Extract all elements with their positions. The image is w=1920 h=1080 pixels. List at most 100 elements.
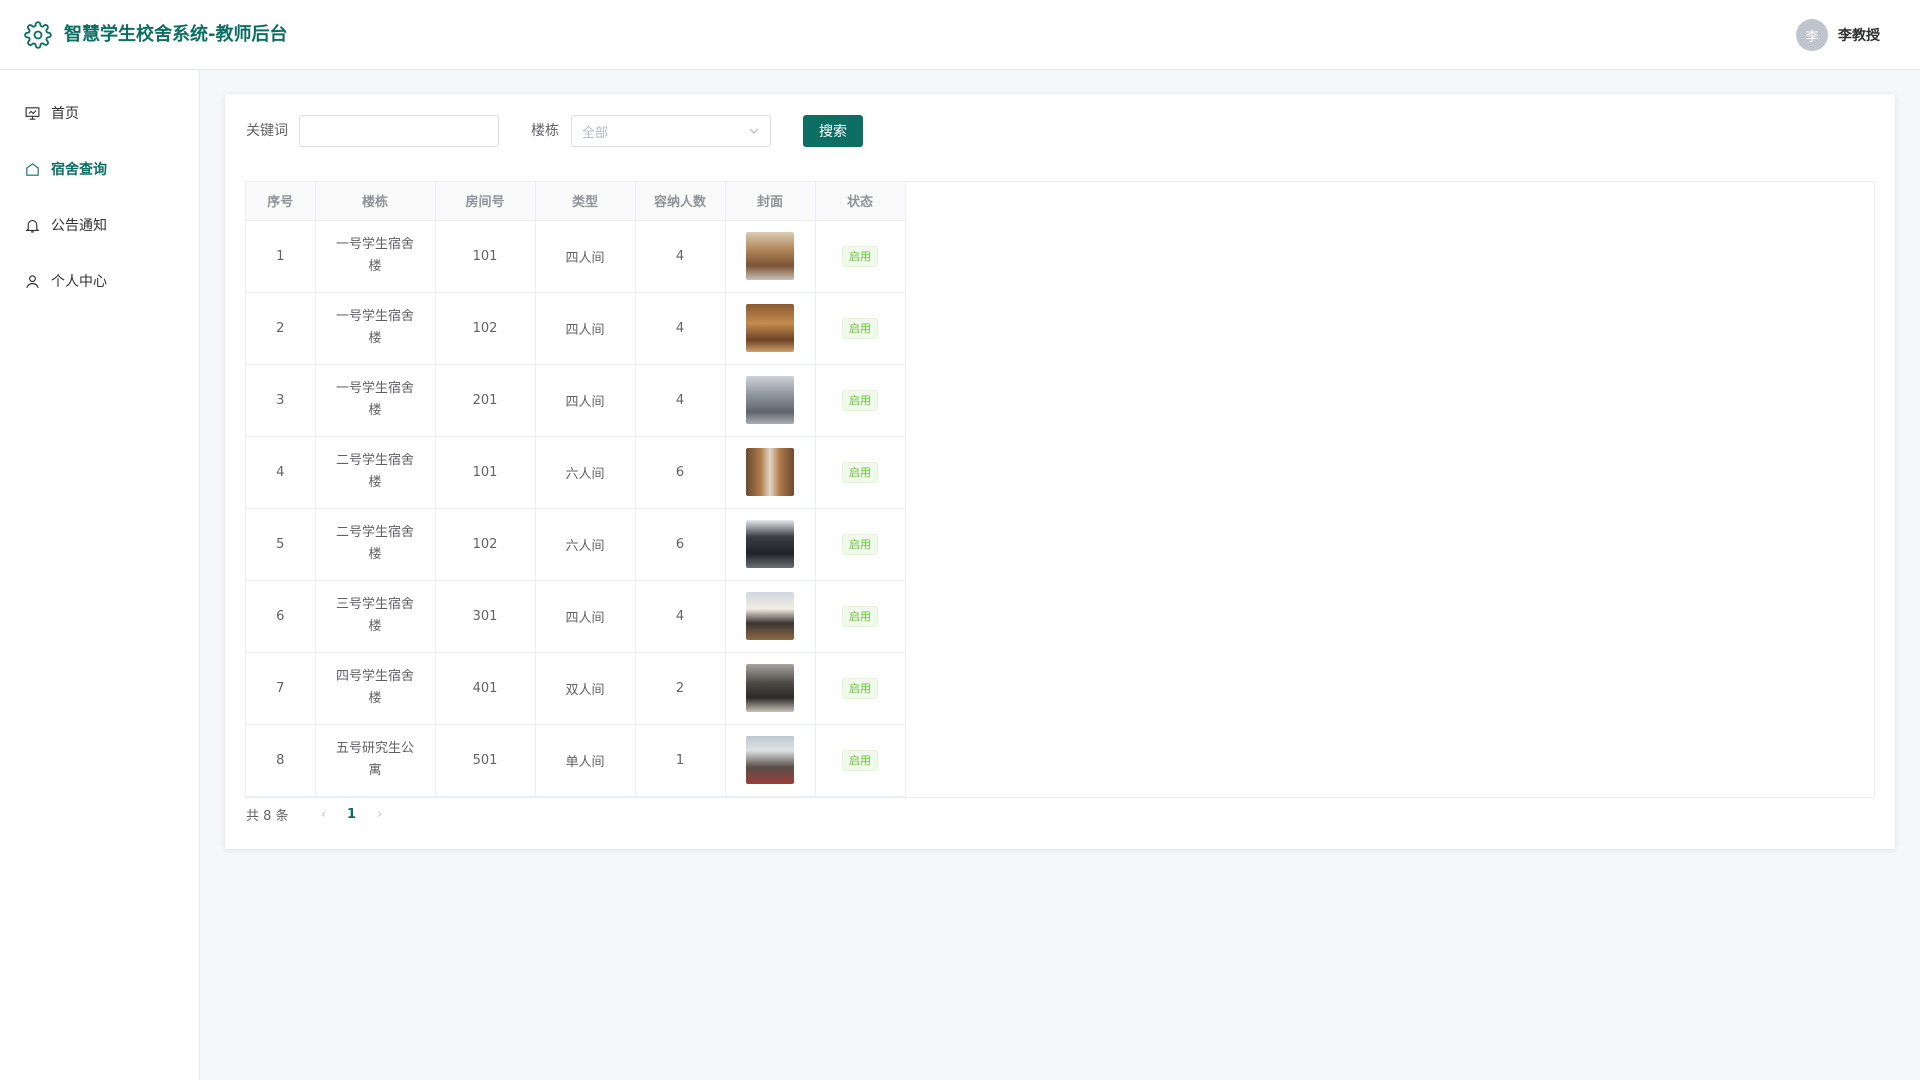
avatar[interactable]: 李 [1796, 19, 1828, 51]
cell-capacity: 6 [635, 436, 726, 509]
cell-type: 四人间 [535, 580, 636, 653]
column-header-room[interactable]: 房间号 [435, 182, 536, 221]
cell-building: 一号学生宿舍楼 [315, 220, 436, 293]
cover-image[interactable] [746, 448, 794, 496]
cover-image[interactable] [746, 592, 794, 640]
cell-building: 五号研究生公寓 [315, 724, 436, 797]
cell-capacity: 4 [635, 580, 726, 653]
sidebar-item-notices[interactable]: 公告通知 [0, 205, 199, 245]
sidebar-item-label: 宿舍查询 [51, 162, 107, 178]
sidebar: 首页 宿舍查询 公告通知 个人中心 [0, 70, 200, 1080]
cell-type: 单人间 [535, 724, 636, 797]
page-number[interactable]: 1 [339, 807, 365, 822]
building-name: 一号学生宿舍楼 [335, 237, 414, 274]
building-name: 三号学生宿舍楼 [335, 597, 414, 634]
pagination-total: 共 8 条 [246, 808, 289, 824]
cell-cover [725, 508, 816, 581]
table-row[interactable]: 2 一号学生宿舍楼 102 四人间 4 启用 [246, 292, 906, 365]
keyword-input[interactable] [299, 115, 499, 147]
status-badge: 启用 [842, 605, 878, 627]
building-name: 二号学生宿舍楼 [335, 525, 414, 562]
cell-room: 301 [435, 580, 536, 653]
cell-building: 二号学生宿舍楼 [315, 436, 436, 509]
table-row[interactable]: 6 三号学生宿舍楼 301 四人间 4 启用 [246, 580, 906, 653]
cell-type: 双人间 [535, 652, 636, 725]
sidebar-item-home[interactable]: 首页 [0, 93, 199, 133]
cell-capacity: 4 [635, 220, 726, 293]
cell-status: 启用 [815, 364, 906, 437]
cell-building: 一号学生宿舍楼 [315, 364, 436, 437]
cover-image[interactable] [746, 304, 794, 352]
cell-index: 7 [246, 652, 316, 725]
keyword-label: 关键词 [246, 123, 288, 139]
table-row[interactable]: 5 二号学生宿舍楼 102 六人间 6 启用 [246, 508, 906, 581]
table-row[interactable]: 4 二号学生宿舍楼 101 六人间 6 启用 [246, 436, 906, 509]
sidebar-item-dorm-query[interactable]: 宿舍查询 [0, 149, 199, 189]
status-badge: 启用 [842, 245, 878, 267]
cell-index: 8 [246, 724, 316, 797]
status-badge: 启用 [842, 389, 878, 411]
cell-status: 启用 [815, 724, 906, 797]
table-row[interactable]: 3 一号学生宿舍楼 201 四人间 4 启用 [246, 364, 906, 437]
cell-type: 六人间 [535, 508, 636, 581]
cell-type: 四人间 [535, 292, 636, 365]
column-header-capacity[interactable]: 容纳人数 [635, 182, 726, 221]
chevron-right-icon[interactable]: › [365, 807, 395, 822]
home-icon [26, 162, 39, 176]
cover-image[interactable] [746, 664, 794, 712]
cell-capacity: 4 [635, 364, 726, 437]
user-menu[interactable]: 李 李教授 [1796, 19, 1880, 51]
building-name: 四号学生宿舍楼 [335, 669, 414, 706]
column-header-status[interactable]: 状态 [815, 182, 906, 221]
cell-type: 四人间 [535, 220, 636, 293]
status-badge: 启用 [842, 533, 878, 555]
building-name: 二号学生宿舍楼 [335, 453, 414, 490]
status-badge: 启用 [842, 677, 878, 699]
column-header-building[interactable]: 楼栋 [315, 182, 436, 221]
cover-image[interactable] [746, 520, 794, 568]
cell-capacity: 6 [635, 508, 726, 581]
cell-status: 启用 [815, 220, 906, 293]
dorm-table: 序号 楼栋 房间号 类型 容纳人数 封面 状态 1 一号学生宿舍楼 101 四人… [245, 181, 1875, 798]
user-name[interactable]: 李教授 [1838, 25, 1880, 45]
cell-cover [725, 292, 816, 365]
status-badge: 启用 [842, 749, 878, 771]
cell-index: 6 [246, 580, 316, 653]
cell-room: 101 [435, 220, 536, 293]
cell-cover [725, 724, 816, 797]
cell-index: 2 [246, 292, 316, 365]
cell-room: 102 [435, 292, 536, 365]
top-header: 智慧学生校舍系统-教师后台 李 李教授 [0, 0, 1920, 70]
cell-building: 一号学生宿舍楼 [315, 292, 436, 365]
cell-room: 401 [435, 652, 536, 725]
cover-image[interactable] [746, 232, 794, 280]
cell-status: 启用 [815, 580, 906, 653]
column-header-index[interactable]: 序号 [246, 182, 316, 221]
cell-type: 六人间 [535, 436, 636, 509]
table-row[interactable]: 1 一号学生宿舍楼 101 四人间 4 启用 [246, 220, 906, 293]
cell-capacity: 1 [635, 724, 726, 797]
column-header-cover[interactable]: 封面 [725, 182, 816, 221]
cell-index: 3 [246, 364, 316, 437]
chevron-down-icon [749, 128, 759, 134]
building-select[interactable]: 全部 [571, 115, 771, 147]
cover-image[interactable] [746, 736, 794, 784]
cell-room: 102 [435, 508, 536, 581]
cell-type: 四人间 [535, 364, 636, 437]
building-label: 楼栋 [531, 123, 559, 139]
chevron-left-icon[interactable]: ‹ [309, 807, 339, 822]
column-header-type[interactable]: 类型 [535, 182, 636, 221]
cell-room: 501 [435, 724, 536, 797]
cell-index: 5 [246, 508, 316, 581]
sidebar-item-profile[interactable]: 个人中心 [0, 261, 199, 301]
presentation-icon [25, 106, 40, 120]
cover-image[interactable] [746, 376, 794, 424]
gear-icon [24, 21, 52, 49]
table-row[interactable]: 8 五号研究生公寓 501 单人间 1 启用 [246, 724, 906, 797]
cell-status: 启用 [815, 436, 906, 509]
table-row[interactable]: 7 四号学生宿舍楼 401 双人间 2 启用 [246, 652, 906, 725]
bell-icon [25, 219, 40, 232]
cell-capacity: 4 [635, 292, 726, 365]
search-button[interactable]: 搜索 [803, 115, 863, 147]
status-badge: 启用 [842, 317, 878, 339]
